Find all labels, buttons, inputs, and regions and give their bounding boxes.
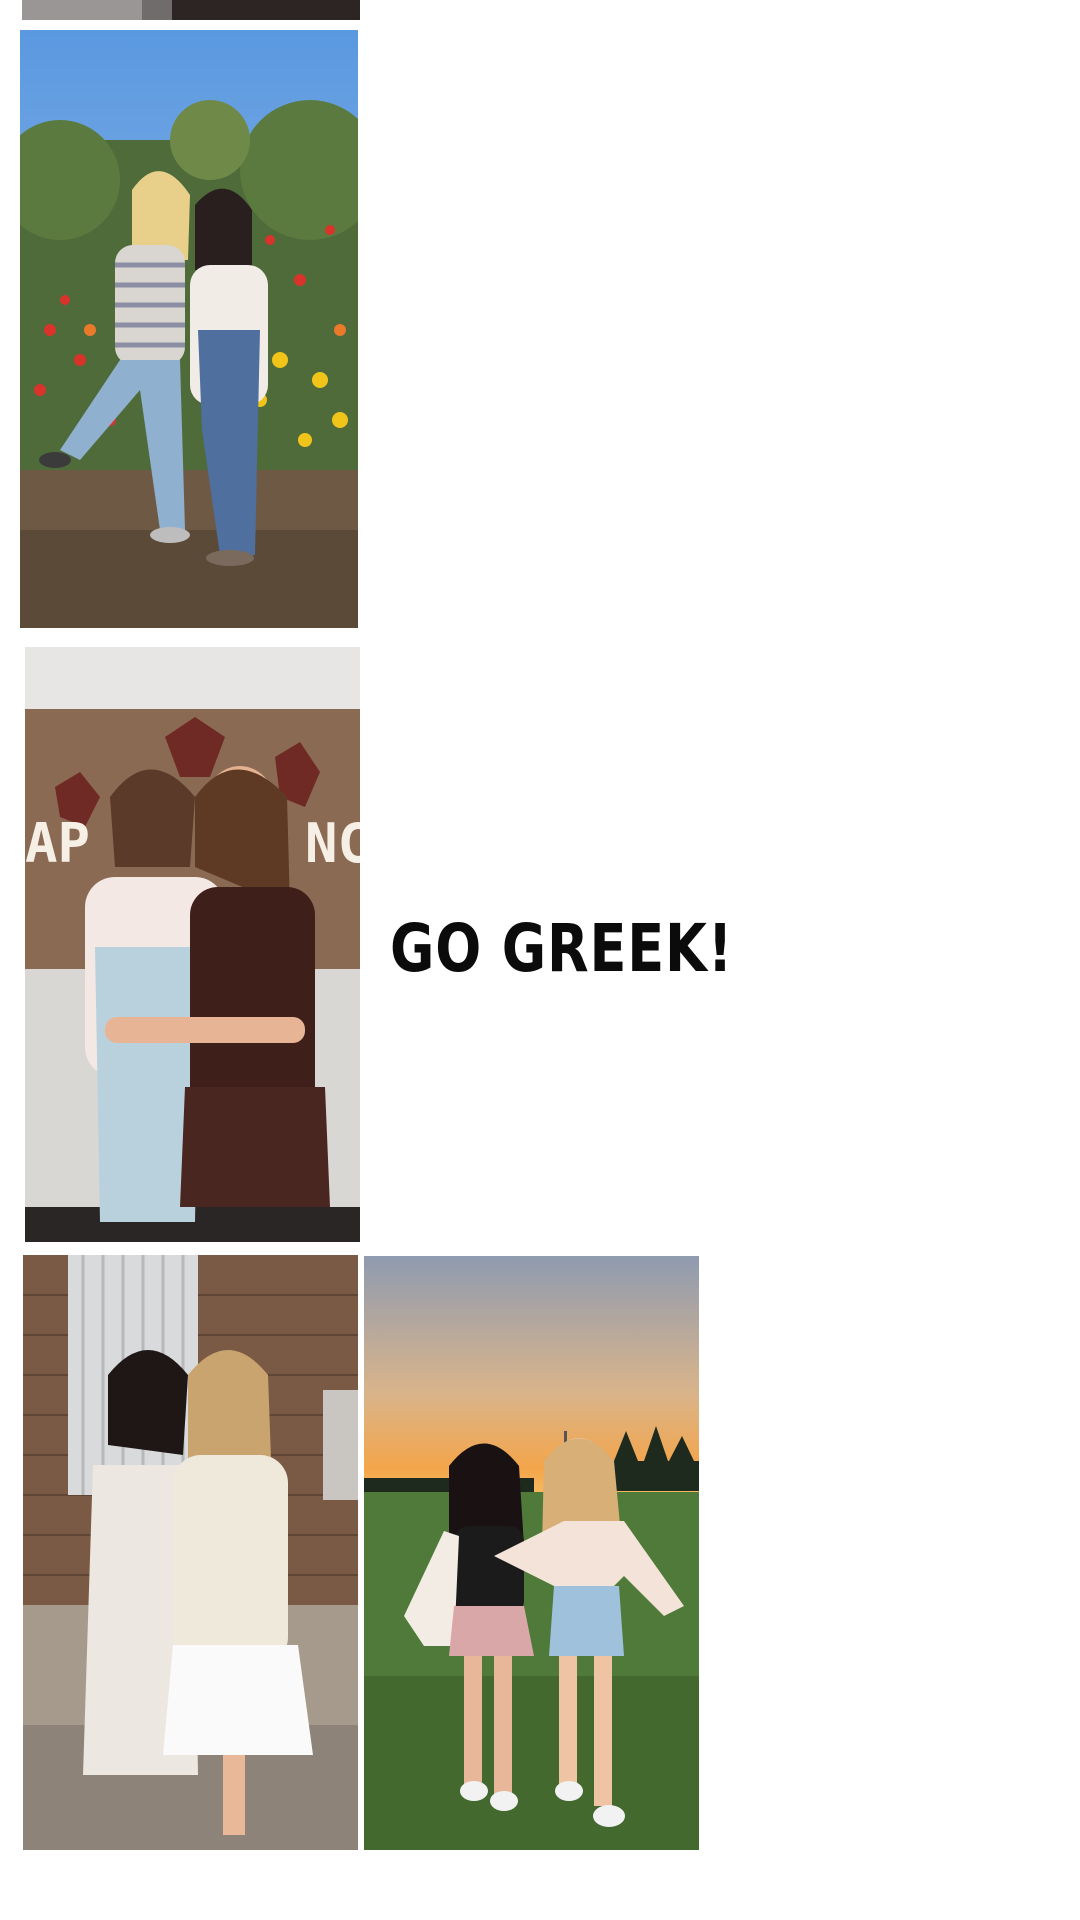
brick-porch-photo: [23, 1255, 358, 1850]
svg-text:NC: NC: [305, 812, 360, 875]
top-cropped-photo: [22, 0, 360, 20]
flower-garden-photo: [20, 30, 358, 628]
caption-text: GO GREEK!: [390, 910, 734, 987]
svg-text:AP: AP: [25, 812, 90, 875]
sunset-field-photo: [364, 1256, 699, 1850]
sorority-banner-photo: AP NC: [25, 647, 360, 1242]
